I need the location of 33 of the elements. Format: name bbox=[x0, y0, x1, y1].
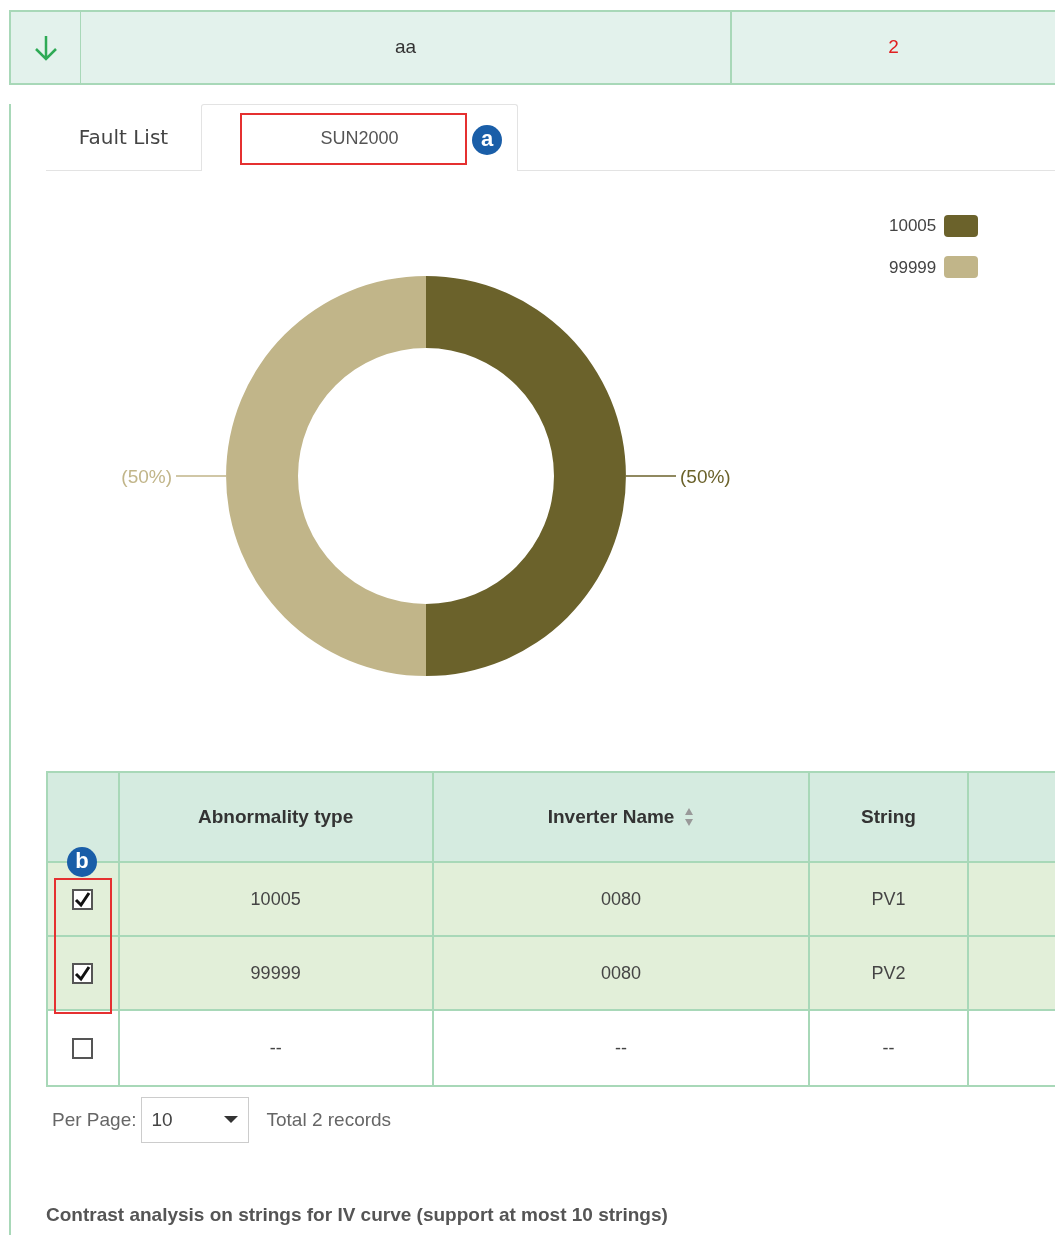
checkbox[interactable] bbox=[72, 962, 94, 984]
callout-badge: a bbox=[472, 125, 502, 155]
table-cell-text: PV1 bbox=[871, 887, 906, 911]
checkbox[interactable] bbox=[72, 888, 94, 910]
column-header: Inverter Name bbox=[547, 804, 675, 829]
record-count: Total 2 records bbox=[266, 1107, 392, 1132]
table-cell-text: -- bbox=[269, 1036, 282, 1060]
data-label: (50%) bbox=[680, 466, 731, 487]
table-cell-text: 0080 bbox=[601, 961, 642, 985]
table-cell-text: -- bbox=[882, 1036, 895, 1060]
leader-line bbox=[625, 475, 677, 477]
table-cell-text: 2 bbox=[888, 35, 899, 60]
table-cell-text: aa bbox=[394, 35, 417, 60]
table-row[interactable]: 99999 0080 PV2 bbox=[48, 937, 1055, 1011]
table-cell-text: -- bbox=[615, 1036, 628, 1060]
data-label: (50%) bbox=[121, 466, 172, 487]
table-cell-text: 0080 bbox=[601, 887, 642, 911]
legend-label: 99999 bbox=[889, 256, 937, 279]
tab[interactable]: Fault List bbox=[46, 103, 201, 170]
table-cell-text: 99999 bbox=[250, 961, 301, 985]
table-cell-text: 10005 bbox=[250, 887, 301, 911]
column-header: Abnormality type bbox=[198, 804, 354, 829]
column-header: String bbox=[861, 804, 916, 829]
checkbox[interactable] bbox=[72, 1037, 94, 1059]
tab[interactable]: SUN2000 a bbox=[201, 104, 518, 171]
table-cell-text: PV2 bbox=[871, 961, 906, 985]
down-arrow-icon[interactable] bbox=[32, 33, 59, 62]
per-page-label: Per Page: bbox=[52, 1107, 137, 1132]
legend-label: 10005 bbox=[889, 215, 937, 237]
section-title: Contrast analysis on strings for IV curve (support at most 10 strings) bbox=[46, 1203, 669, 1227]
leader-line bbox=[175, 475, 227, 477]
per-page-select[interactable]: 10 bbox=[140, 1097, 249, 1143]
dropdown-caret-icon bbox=[223, 1116, 238, 1124]
